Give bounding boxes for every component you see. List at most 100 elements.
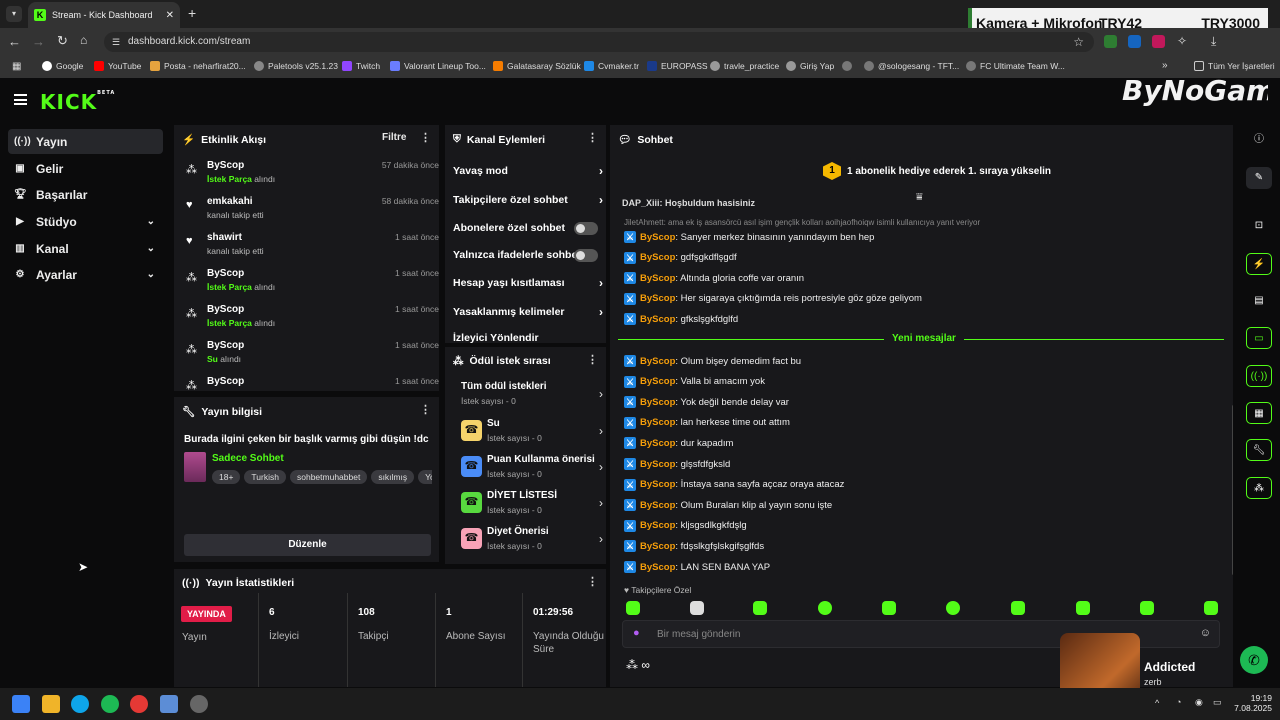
bookmark-paletools[interactable]: Paletools v25.1.23 [254,61,338,71]
broadcast-icon[interactable]: ((·)) [1246,365,1272,387]
bookmark-giris[interactable]: Giriş Yap [786,61,834,71]
filter-button[interactable]: Filtre [382,132,406,143]
chat-bubble-icon[interactable]: ▭ [1246,327,1272,349]
chat-message[interactable]: ⚔ ByScop: Valla bi amacım yok [624,373,765,391]
activity-event[interactable]: ♥ shawirt kanalı takip etti 1 saat önce [184,230,439,266]
emote-icon[interactable] [1204,601,1218,615]
sidebar-item-ayarlar[interactable]: ⚙ Ayarlar ⌄ [8,262,163,287]
chat-message[interactable]: ⚔ ByScop: Altında gloria coffe var oranın [624,269,804,287]
chat-message[interactable]: ⚔ ByScop: İnstaya sana sayfa açcaz oraya … [624,476,844,494]
chat-message[interactable]: ⚔ ByScop: LAN SEN BANA YAP [624,558,770,576]
activity-event[interactable]: ♥ emkakahi kanalı takip etti 58 dakika önce [184,194,439,230]
reward-all[interactable]: Tüm ödül istekleri İstek sayısı - 0 › [459,379,603,415]
chat-message[interactable]: ⚔ ByScop: gdfşgkdflşgdf [624,249,737,267]
chat-message[interactable]: ⚔ ByScop: Her sigaraya çıktığımda reis po… [624,290,922,308]
bookmark-star-icon[interactable]: ☆ [1073,32,1084,52]
chat-username[interactable]: ByScop [640,252,675,263]
battery-icon[interactable]: ▭ [1213,697,1222,708]
activity-event[interactable]: ⁂ ByScop İstek Parça alındı 1 saat önce [184,266,439,302]
chrome-icon[interactable] [130,695,148,713]
emote-icon[interactable] [818,601,832,615]
emote-icon[interactable] [626,601,640,615]
bookmark-cvmaker[interactable]: Cvmaker.tr [584,61,639,71]
chat-message[interactable]: ⚔ ByScop: kljsgsdlkgkfdşlg [624,517,747,535]
crop-icon[interactable]: ⊡ [1246,215,1272,237]
action-followers-chat[interactable]: Takipçilere özel sohbet › [453,186,603,214]
reward-icon[interactable]: ⁂ [1246,477,1272,499]
category-link[interactable]: Sadece Sohbet [212,453,284,464]
info-icon[interactable]: ⓘ [1246,129,1272,151]
home-icon[interactable]: ⌂ [80,33,87,47]
tag[interactable]: sohbetmuhabbet [289,470,368,484]
bookmark-tft[interactable]: @sologesang - TFT... [864,61,959,71]
emote-icon[interactable] [882,601,896,615]
chat-username[interactable]: ByScop [640,438,675,449]
clock[interactable]: 19:19 7.08.2025 [1234,693,1272,713]
all-bookmarks[interactable]: Tüm Yer İşaretleri [1194,61,1275,71]
chat-message[interactable]: ⚔ ByScop: Yok değil bende delay var [624,393,789,411]
document-icon[interactable]: ▤ [1246,290,1272,312]
tag[interactable]: 18+ [212,470,241,484]
chat-username[interactable]: ByScop [640,376,675,387]
kebab-menu-icon[interactable]: ⋮ [420,131,431,144]
action-raid[interactable]: İzleyici Yönlendir [453,324,603,343]
emoji-icon[interactable]: ☺ [1200,627,1211,639]
chat-username[interactable]: ByScop [640,356,675,367]
reward-puan[interactable]: ☎ Puan Kullanma önerisi İstek sayısı - 0 › [459,452,603,488]
apps-icon[interactable]: ▦ [12,61,21,72]
microphone-icon[interactable]: ● [633,627,640,639]
action-banned-words[interactable]: Yasaklanmış kelimeler › [453,298,603,326]
chat-username[interactable]: ByScop [640,314,675,325]
channel-points[interactable]: ⁂ ∞ [626,658,650,672]
action-slow-mode[interactable]: Yavaş mod › [453,157,603,185]
chat-username[interactable]: ByScop [640,500,675,511]
chat-message[interactable]: ⚔ ByScop: gfkslşgkfdglfd [624,310,738,328]
more-bookmarks-icon[interactable]: » [1162,60,1168,71]
close-tab-icon[interactable]: ✕ [166,10,174,21]
edit-button[interactable]: Düzenle [184,534,431,556]
subscribers-chat-toggle[interactable] [574,222,598,235]
address-bar[interactable]: ☰ dashboard.kick.com/stream ☆ [104,32,1094,52]
reward-su[interactable]: ☎ Su İstek sayısı - 0 › [459,416,603,452]
chat-username[interactable]: ByScop [640,562,675,573]
bookmark-travle[interactable]: travle_practice [710,61,779,71]
activity-event[interactable]: ⁂ ByScop Su alındı 1 saat önce [184,338,439,374]
new-tab-button[interactable]: + [188,5,196,21]
bookmark-google[interactable]: Google [42,61,83,71]
network-icon[interactable]: ◔ [1176,697,1181,707]
chat-scrollbar[interactable] [1232,405,1233,575]
activity-event[interactable]: ⁂ ByScop 1 saat önce [184,374,439,391]
reward-diyet-listesi[interactable]: ☎ DİYET LİSTESİ İstek sayısı - 0 › [459,488,603,524]
app-icon[interactable] [160,695,178,713]
reload-icon[interactable]: ↻ [57,33,68,49]
bookmark-globe[interactable] [842,61,852,71]
file-explorer-icon[interactable] [42,695,60,713]
bookmark-posta[interactable]: Posta - neharfirat20... [150,61,246,71]
activity-event[interactable]: ⁂ ByScop İstek Parça alındı 1 saat önce [184,302,439,338]
sidebar-item-yayin[interactable]: ((·)) Yayın [8,129,163,154]
spotify-icon[interactable] [101,695,119,713]
wrench-icon[interactable]: 🔧︎ [1246,439,1272,461]
sidebar-item-studyo[interactable]: ▶ Stüdyo ⌄ [8,209,163,234]
chat-username[interactable]: ByScop [640,232,675,243]
kebab-menu-icon[interactable]: ⋮ [587,131,598,144]
edit-icon[interactable]: ✎ [1246,167,1272,189]
chat-message[interactable]: ⚔ ByScop: Olum bişey demedim fact bu [624,352,801,370]
chat-message[interactable]: ⚔ ByScop: lan herkese time out attım [624,414,790,432]
tag[interactable]: sıkılmış [371,470,415,484]
sidebar-item-kanal[interactable]: ▥ Kanal ⌄ [8,236,163,261]
tab-list-button[interactable]: ▾ [6,6,22,22]
chat-message[interactable]: ⚔ ByScop: glşsfdfgksld [624,455,730,473]
forward-icon[interactable]: → [32,34,45,49]
category-thumbnail[interactable] [184,452,206,482]
speaker-icon[interactable]: ◉ [1195,697,1203,708]
chat-message[interactable]: ⚔ ByScop: fdşslkgfşlskgifşglfds [624,537,764,555]
chat-username[interactable]: ByScop [640,417,675,428]
extension-icon[interactable] [1128,35,1141,48]
tray-chevron-icon[interactable]: ^ [1155,698,1159,708]
edge-icon[interactable] [71,695,89,713]
chat-message[interactable]: ⚔ ByScop: Sanyer merkez binasının yanında… [624,228,874,246]
kebab-menu-icon[interactable]: ⋮ [420,403,431,416]
kick-logo[interactable]: KICKBETA [40,90,115,114]
emote-icon[interactable] [946,601,960,615]
